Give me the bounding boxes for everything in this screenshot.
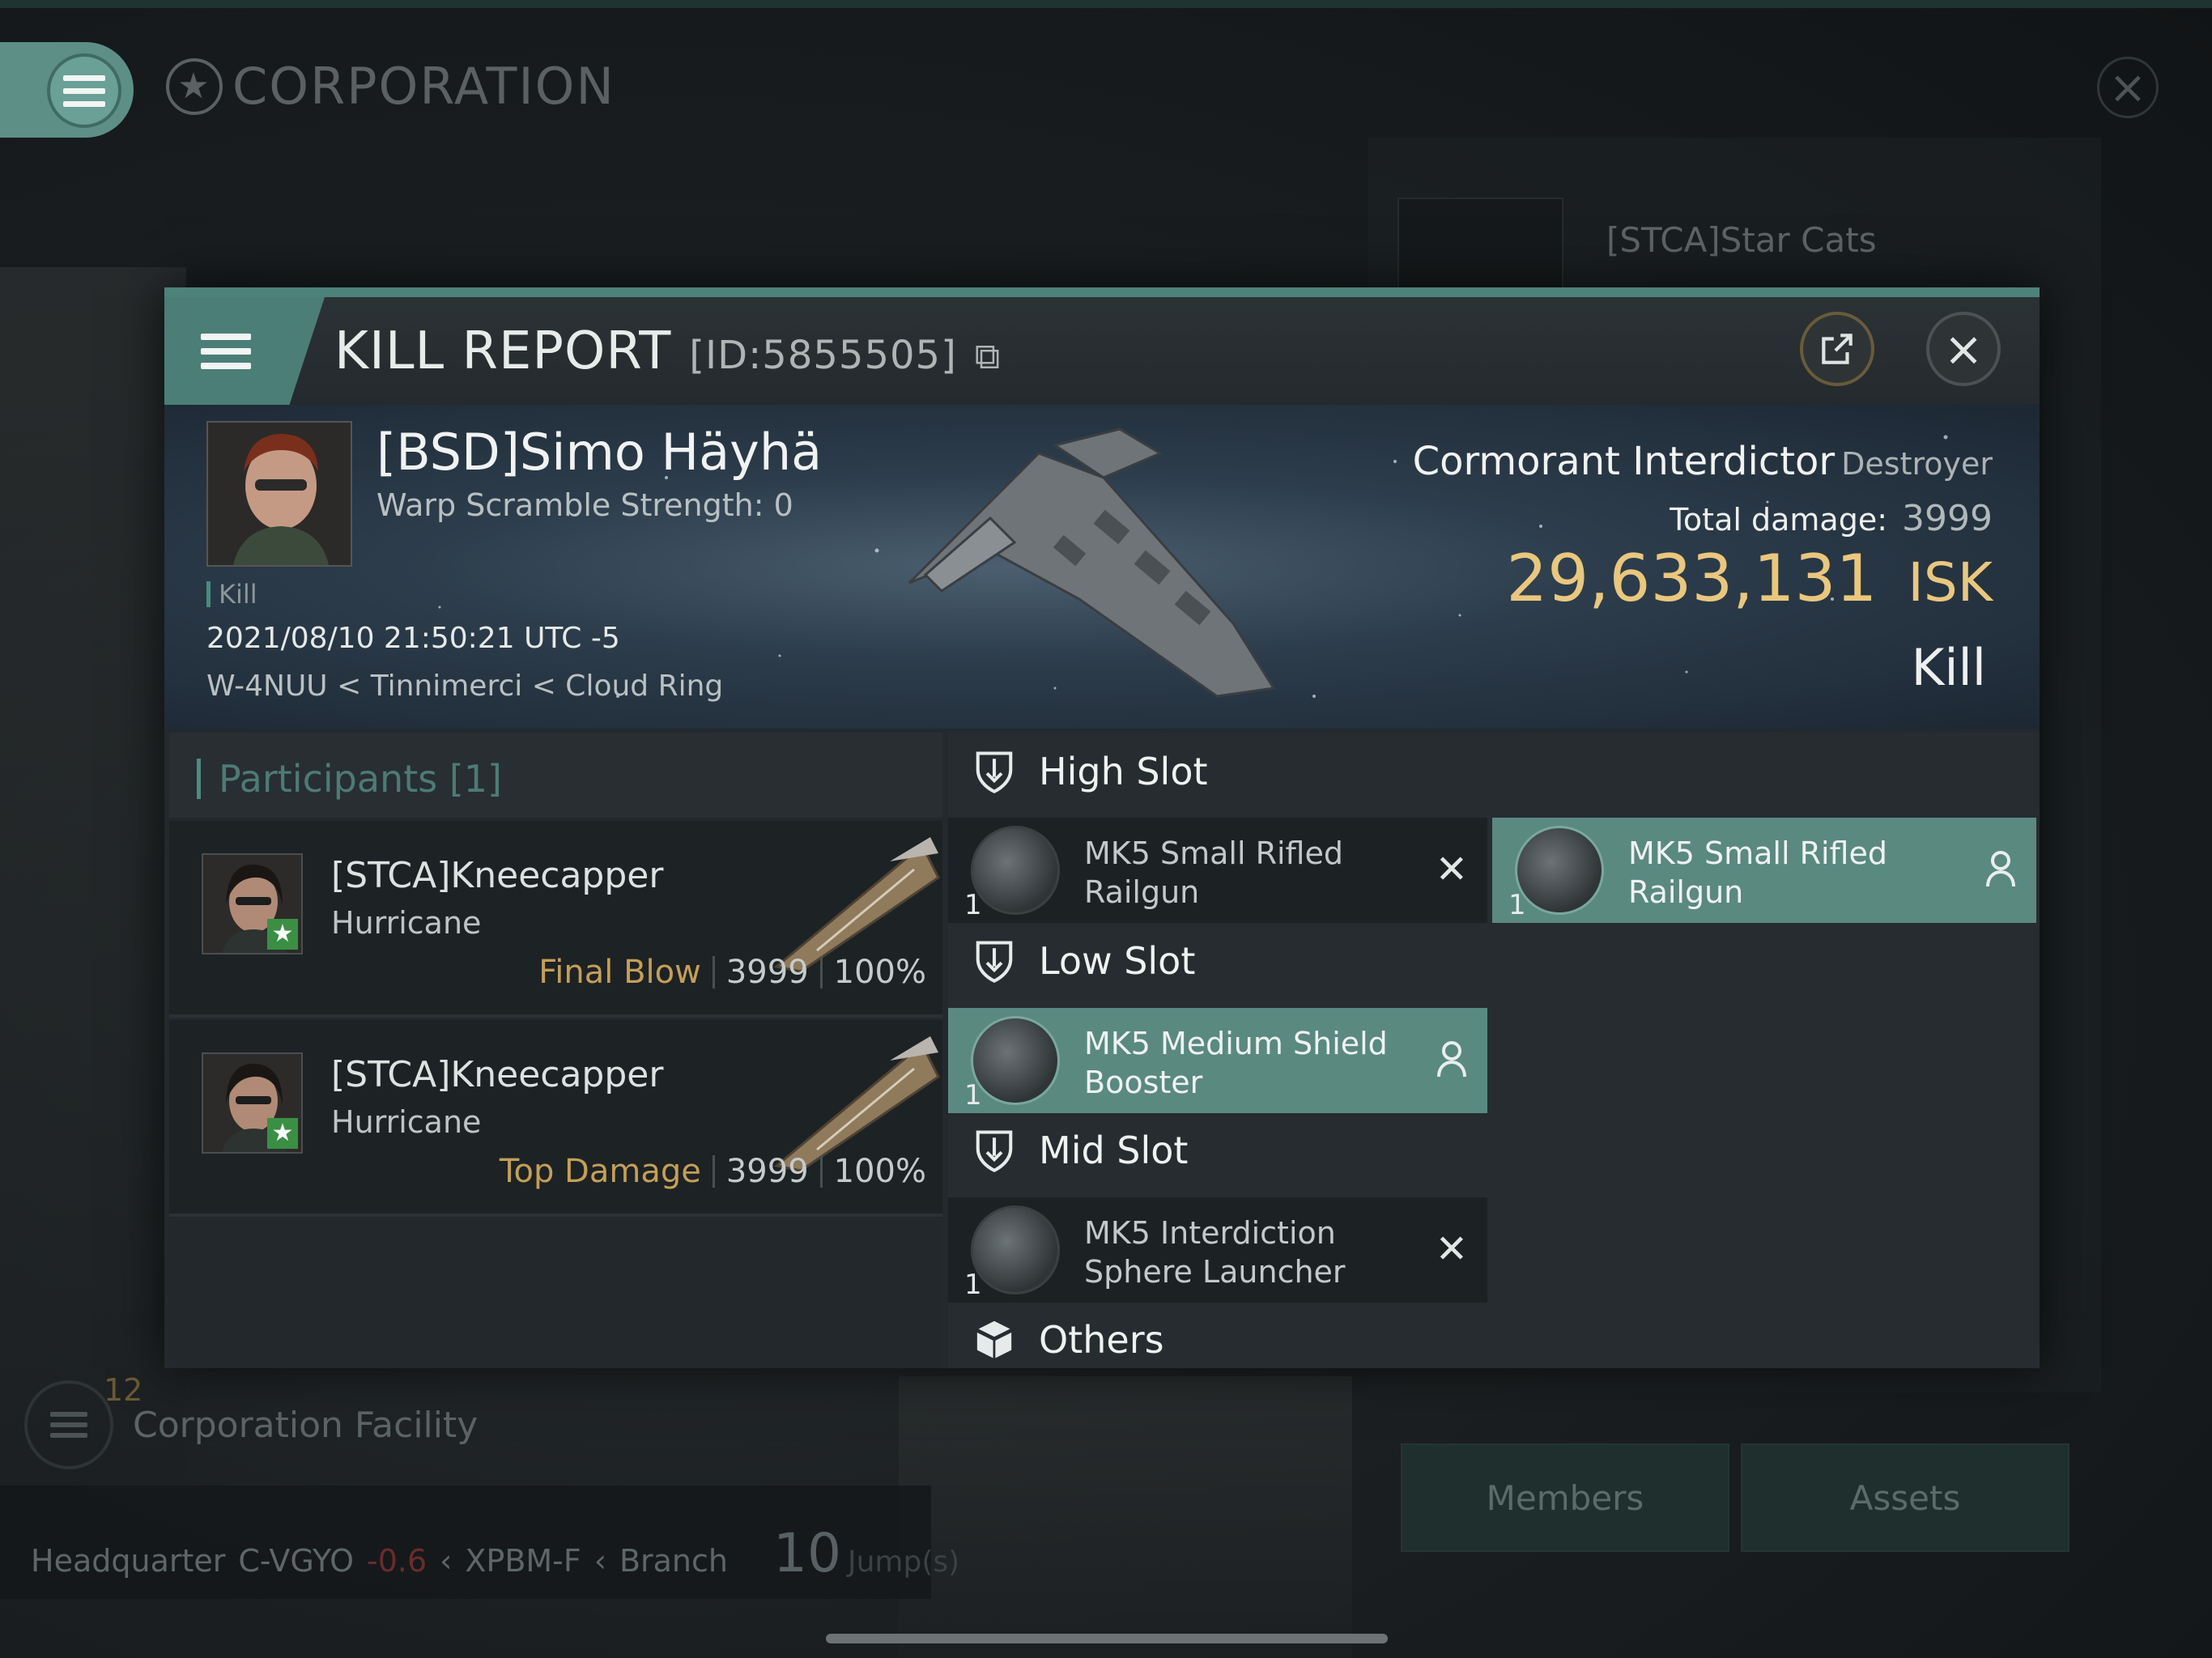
kill-location[interactable]: W-4NUU < Tinnimerci < Cloud Ring [206, 670, 723, 703]
total-damage: Total damage: 3999 [1670, 498, 1993, 539]
jump-count: 10 Jump(s) [773, 1522, 960, 1584]
victim-name[interactable]: [BSD]Simo Häyhä [376, 423, 822, 482]
module-item[interactable]: 1 MK5 Small Rifled Railgun ✕ [948, 818, 1487, 923]
members-button[interactable]: Members [1401, 1443, 1729, 1552]
railgun-icon [971, 826, 1060, 915]
participant-avatar: ★ [202, 853, 303, 954]
destroyer-ship-image [908, 427, 1276, 698]
participant-row[interactable]: ★ [STCA]Kneecapper Hurricane Final Blow … [169, 821, 942, 1018]
hamburger-icon [201, 333, 251, 369]
warp-scramble-strength: Warp Scramble Strength: 0 [376, 487, 793, 523]
hurricane-ship-image [773, 837, 940, 973]
station-structure [0, 267, 186, 1482]
participant-name: [STCA]Kneecapper [331, 1054, 664, 1095]
home-indicator[interactable] [826, 1634, 1388, 1643]
top-damage-label: Top Damage [499, 1153, 701, 1190]
hamburger-icon [63, 74, 105, 107]
module-name: MK5 Medium Shield Booster [1084, 1026, 1388, 1100]
share-icon [1822, 334, 1853, 364]
corp-facility-button[interactable]: Corporation Facility [24, 1380, 478, 1469]
high-slot-header: High Slot [972, 747, 1208, 796]
destroyed-x-icon: ✕ [1435, 847, 1468, 892]
others-header: Others [972, 1316, 1164, 1364]
railgun-icon [1515, 826, 1604, 915]
participant-name: [STCA]Kneecapper [331, 855, 664, 896]
final-blow-label: Final Blow [538, 954, 701, 991]
mid-slot-header: Mid Slot [972, 1126, 1188, 1175]
module-name: MK5 Small Rifled Railgun [1628, 835, 1887, 910]
dropped-person-icon [1986, 851, 2015, 887]
destroyed-x-icon: ✕ [1435, 1226, 1468, 1272]
victim-avatar[interactable] [206, 421, 352, 567]
module-item[interactable]: 1 MK5 Interdiction Sphere Launcher ✕ [948, 1197, 1487, 1303]
kill-report-id: [ID:5855505] [689, 333, 957, 378]
participant-ship: Hurricane [331, 1104, 482, 1140]
station-structure [899, 1376, 1352, 1658]
module-name: MK5 Small Rifled Railgun [1084, 835, 1343, 910]
participant-stats: Final Blow 3999 100% [538, 954, 926, 991]
cube-icon [973, 1318, 1015, 1362]
isk-value: 29,633,131 ISK [1506, 541, 1993, 616]
slot-shield-icon [976, 941, 1013, 984]
copy-icon[interactable]: ⧉ [975, 336, 1001, 377]
shield-booster-icon [971, 1016, 1060, 1105]
top-status-line [0, 0, 2212, 8]
chevron-left-icon: ‹ [440, 1543, 453, 1579]
corp-member-star-icon: ★ [267, 1118, 298, 1149]
kill-report-title: KILL REPORT [ID:5855505] ⧉ [334, 321, 1002, 381]
participant-ship: Hurricane [331, 905, 482, 941]
assets-button[interactable]: Assets [1741, 1443, 2069, 1552]
module-item[interactable]: 1 MK5 Small Rifled Railgun [1492, 818, 2036, 923]
participant-stats: Top Damage 3999 100% [499, 1153, 926, 1190]
facility-menu-icon [24, 1380, 113, 1469]
close-icon: × [1943, 321, 1984, 376]
kill-report-modal: KILL REPORT [ID:5855505] ⧉ × [BSD]Simo H… [164, 287, 2040, 1368]
interdiction-launcher-icon [971, 1205, 1060, 1295]
corp-name: [STCA]Star Cats [1606, 220, 1877, 260]
module-name: MK5 Interdiction Sphere Launcher [1084, 1215, 1346, 1290]
victim-hero: [BSD]Simo Häyhä Warp Scramble Strength: … [164, 405, 2040, 729]
slot-shield-icon [976, 1130, 1013, 1173]
hq-route[interactable]: Headquarter C-VGYO -0.6 ‹ XPBM-F ‹ Branc… [31, 1522, 959, 1584]
corp-screen-title: ★ CORPORATION [166, 57, 615, 116]
chevron-left-icon: ‹ [593, 1543, 606, 1579]
close-icon: × [2108, 61, 2147, 114]
slot-shield-icon [976, 751, 1013, 794]
close-button[interactable]: × [1926, 312, 2001, 386]
corporation-star-icon: ★ [166, 57, 223, 115]
participants-title[interactable]: Participants [1] [197, 757, 502, 801]
result-label: Kill [1911, 638, 1986, 697]
corp-menu-button[interactable] [47, 53, 121, 128]
module-item[interactable]: 1 MK5 Medium Shield Booster [948, 1008, 1487, 1113]
victim-ship[interactable]: Cormorant Interdictor Destroyer [1413, 439, 1993, 484]
participant-avatar: ★ [202, 1052, 303, 1154]
share-button[interactable] [1800, 312, 1874, 386]
low-slot-header: Low Slot [972, 937, 1195, 985]
kill-datetime: 2021/08/10 21:50:21 UTC -5 [206, 622, 620, 655]
participant-row[interactable]: ★ [STCA]Kneecapper Hurricane Top Damage … [169, 1020, 942, 1217]
corp-close-button[interactable]: × [2097, 57, 2159, 118]
modal-accent-bar [164, 287, 2040, 297]
corp-member-star-icon: ★ [267, 919, 298, 950]
facility-label: Corporation Facility [133, 1404, 479, 1446]
hurricane-ship-image [773, 1036, 940, 1172]
dropped-person-icon [1437, 1041, 1466, 1078]
kill-tag: Kill [206, 579, 257, 610]
